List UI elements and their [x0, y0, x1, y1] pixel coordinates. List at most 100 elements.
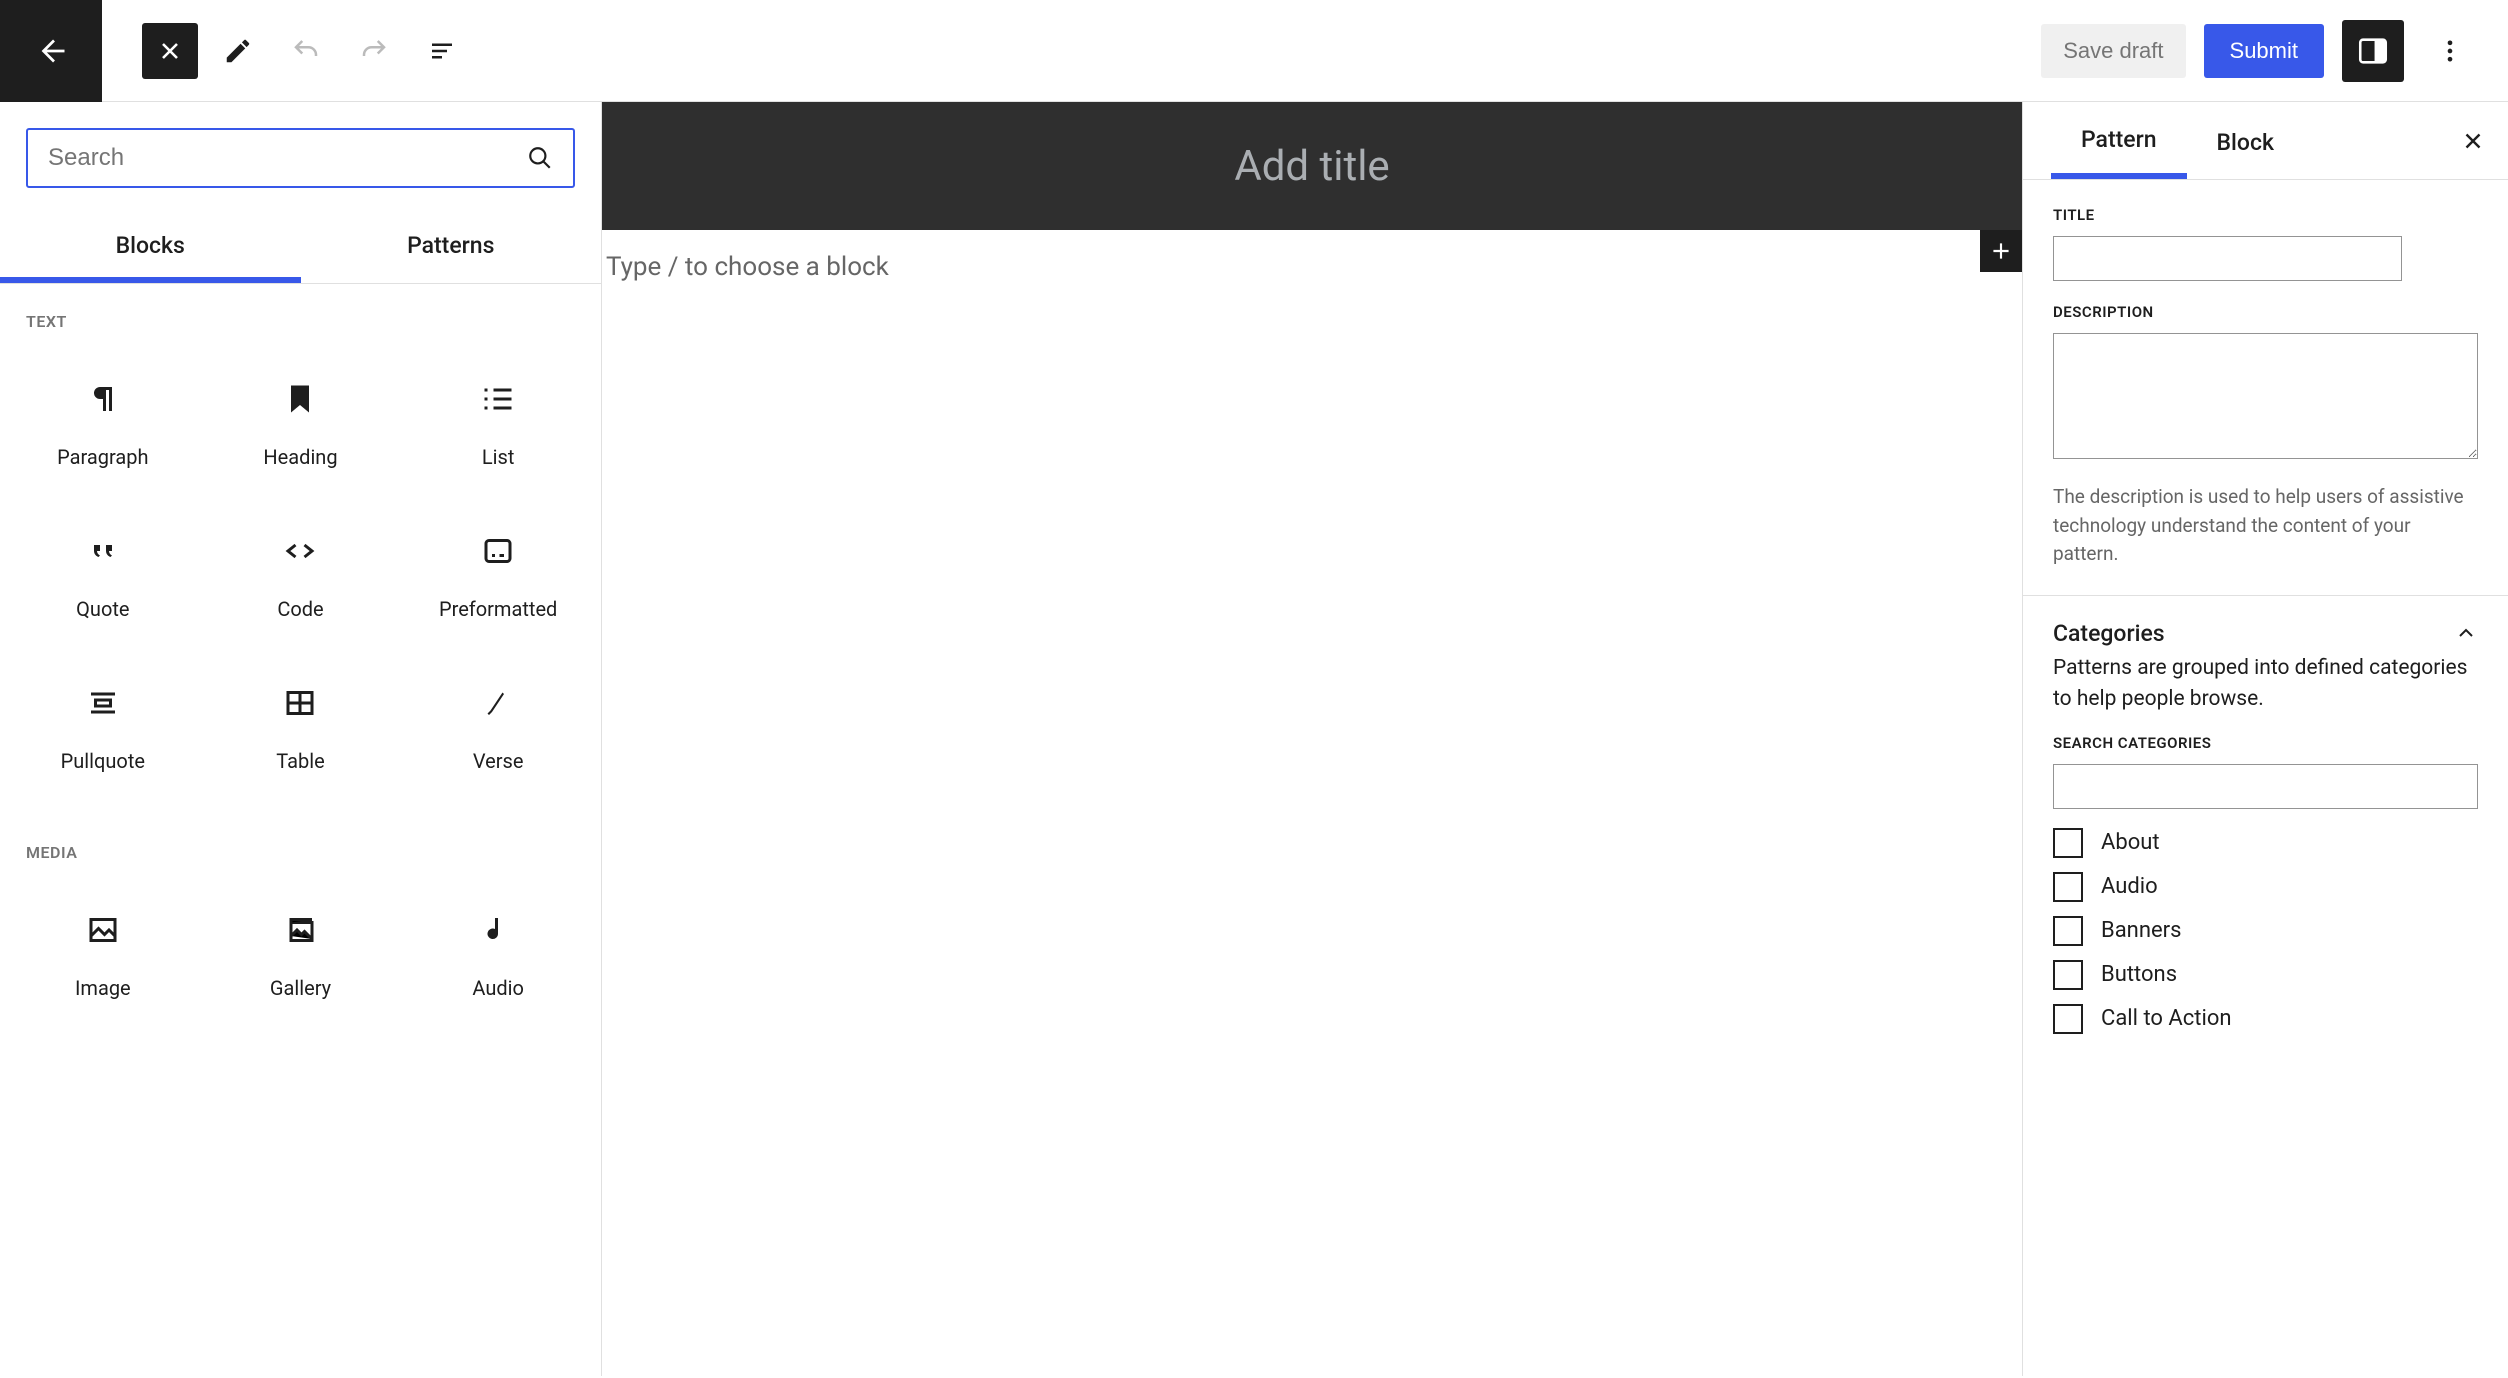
- list-view-icon: [427, 36, 457, 66]
- category-row[interactable]: Buttons: [2053, 953, 2478, 997]
- description-label: DESCRIPTION: [2053, 303, 2478, 321]
- audio-icon: [480, 912, 516, 948]
- category-label: Audio: [2101, 874, 2158, 899]
- search-categories-input[interactable]: [2053, 764, 2478, 809]
- block-label: Verse: [473, 749, 524, 773]
- undo-icon: [291, 36, 321, 66]
- category-row[interactable]: Banners: [2053, 909, 2478, 953]
- options-button[interactable]: [2422, 23, 2478, 79]
- toolbar-left-group: [102, 23, 470, 79]
- checkbox[interactable]: [2053, 960, 2083, 990]
- block-quote[interactable]: Quote: [4, 501, 202, 653]
- close-icon: [2460, 128, 2486, 154]
- title-placeholder: Add title: [1234, 142, 1389, 191]
- categories-body: SEARCH CATEGORIES About Audio Banners Bu…: [2023, 734, 2508, 1061]
- inserter-tabs: Blocks Patterns: [0, 214, 601, 284]
- title-label: TITLE: [2053, 206, 2478, 224]
- category-label: Call to Action: [2101, 1006, 2232, 1031]
- search-box[interactable]: [26, 128, 575, 188]
- category-row[interactable]: About: [2053, 821, 2478, 865]
- block-list[interactable]: List: [399, 349, 597, 501]
- block-table[interactable]: Table: [202, 653, 400, 805]
- description-textarea[interactable]: [2053, 333, 2478, 459]
- checkbox[interactable]: [2053, 916, 2083, 946]
- block-label: Table: [276, 749, 324, 773]
- pencil-icon: [223, 36, 253, 66]
- block-verse[interactable]: Verse: [399, 653, 597, 805]
- code-icon: [282, 533, 318, 569]
- list-icon: [480, 381, 516, 417]
- sidebar-icon: [2356, 34, 2390, 68]
- toolbar-right-group: Save draft Submit: [2041, 20, 2508, 82]
- block-gallery[interactable]: Gallery: [202, 880, 400, 1032]
- sidebar-toggle-button[interactable]: [2342, 20, 2404, 82]
- block-label: List: [482, 445, 515, 469]
- search-categories-label: SEARCH CATEGORIES: [2053, 734, 2478, 752]
- category-row[interactable]: Audio: [2053, 865, 2478, 909]
- paragraph-icon: [85, 381, 121, 417]
- bookmark-icon: [282, 381, 318, 417]
- more-vertical-icon: [2436, 37, 2464, 65]
- category-label: Buttons: [2101, 962, 2177, 987]
- sidebar-close-button[interactable]: [2460, 128, 2486, 154]
- categories-heading[interactable]: Categories: [2023, 596, 2508, 653]
- arrow-left-icon: [33, 33, 69, 69]
- redo-button[interactable]: [346, 23, 402, 79]
- close-icon: [156, 37, 184, 65]
- block-inserter: Blocks Patterns TEXT Paragraph Heading L…: [0, 102, 602, 1376]
- categories-description: Patterns are grouped into defined catego…: [2023, 653, 2508, 734]
- title-input[interactable]: [2053, 236, 2402, 281]
- block-preformatted[interactable]: Preformatted: [399, 501, 597, 653]
- category-label: About: [2101, 830, 2160, 855]
- chevron-up-icon: [2454, 621, 2478, 645]
- tab-blocks[interactable]: Blocks: [0, 214, 301, 283]
- gallery-icon: [282, 912, 318, 948]
- editor-body[interactable]: Type / to choose a block: [602, 230, 2022, 1376]
- save-draft-button[interactable]: Save draft: [2041, 24, 2185, 78]
- body-placeholder: Type / to choose a block: [602, 252, 889, 282]
- search-input[interactable]: [48, 144, 527, 172]
- top-toolbar: Save draft Submit: [0, 0, 2508, 102]
- section-heading-media: MEDIA: [0, 815, 601, 870]
- block-label: Heading: [263, 445, 337, 469]
- tab-patterns[interactable]: Patterns: [301, 214, 602, 283]
- plus-icon: [1988, 238, 2014, 264]
- add-block-button[interactable]: [1980, 230, 2022, 272]
- tab-block[interactable]: Block: [2187, 105, 2304, 176]
- block-label: Image: [75, 976, 131, 1000]
- verse-icon: [480, 685, 516, 721]
- undo-button[interactable]: [278, 23, 334, 79]
- block-heading[interactable]: Heading: [202, 349, 400, 501]
- settings-sidebar: Pattern Block TITLE DESCRIPTION The desc…: [2022, 102, 2508, 1376]
- checkbox[interactable]: [2053, 872, 2083, 902]
- editor-canvas: Add title Type / to choose a block: [602, 102, 2022, 1376]
- submit-button[interactable]: Submit: [2204, 24, 2324, 78]
- block-pullquote[interactable]: Pullquote: [4, 653, 202, 805]
- block-label: Preformatted: [439, 597, 557, 621]
- checkbox[interactable]: [2053, 828, 2083, 858]
- checkbox[interactable]: [2053, 1004, 2083, 1034]
- back-button[interactable]: [0, 0, 102, 102]
- title-bar[interactable]: Add title: [602, 102, 2022, 230]
- block-grid-media: Image Gallery Audio: [0, 870, 601, 1042]
- block-image[interactable]: Image: [4, 880, 202, 1032]
- image-icon: [85, 912, 121, 948]
- category-row[interactable]: Call to Action: [2053, 997, 2478, 1041]
- block-label: Gallery: [270, 976, 331, 1000]
- block-label: Paragraph: [57, 445, 148, 469]
- categories-heading-text: Categories: [2053, 620, 2165, 647]
- close-inserter-button[interactable]: [142, 23, 198, 79]
- edit-tool-button[interactable]: [210, 23, 266, 79]
- main-layout: Blocks Patterns TEXT Paragraph Heading L…: [0, 102, 2508, 1376]
- redo-icon: [359, 36, 389, 66]
- preformatted-icon: [480, 533, 516, 569]
- search-wrap: [0, 102, 601, 214]
- block-paragraph[interactable]: Paragraph: [4, 349, 202, 501]
- block-code[interactable]: Code: [202, 501, 400, 653]
- tab-pattern[interactable]: Pattern: [2051, 102, 2187, 179]
- block-label: Code: [277, 597, 323, 621]
- block-audio[interactable]: Audio: [399, 880, 597, 1032]
- description-help: The description is used to help users of…: [2053, 483, 2478, 569]
- sidebar-tabs: Pattern Block: [2023, 102, 2508, 180]
- document-overview-button[interactable]: [414, 23, 470, 79]
